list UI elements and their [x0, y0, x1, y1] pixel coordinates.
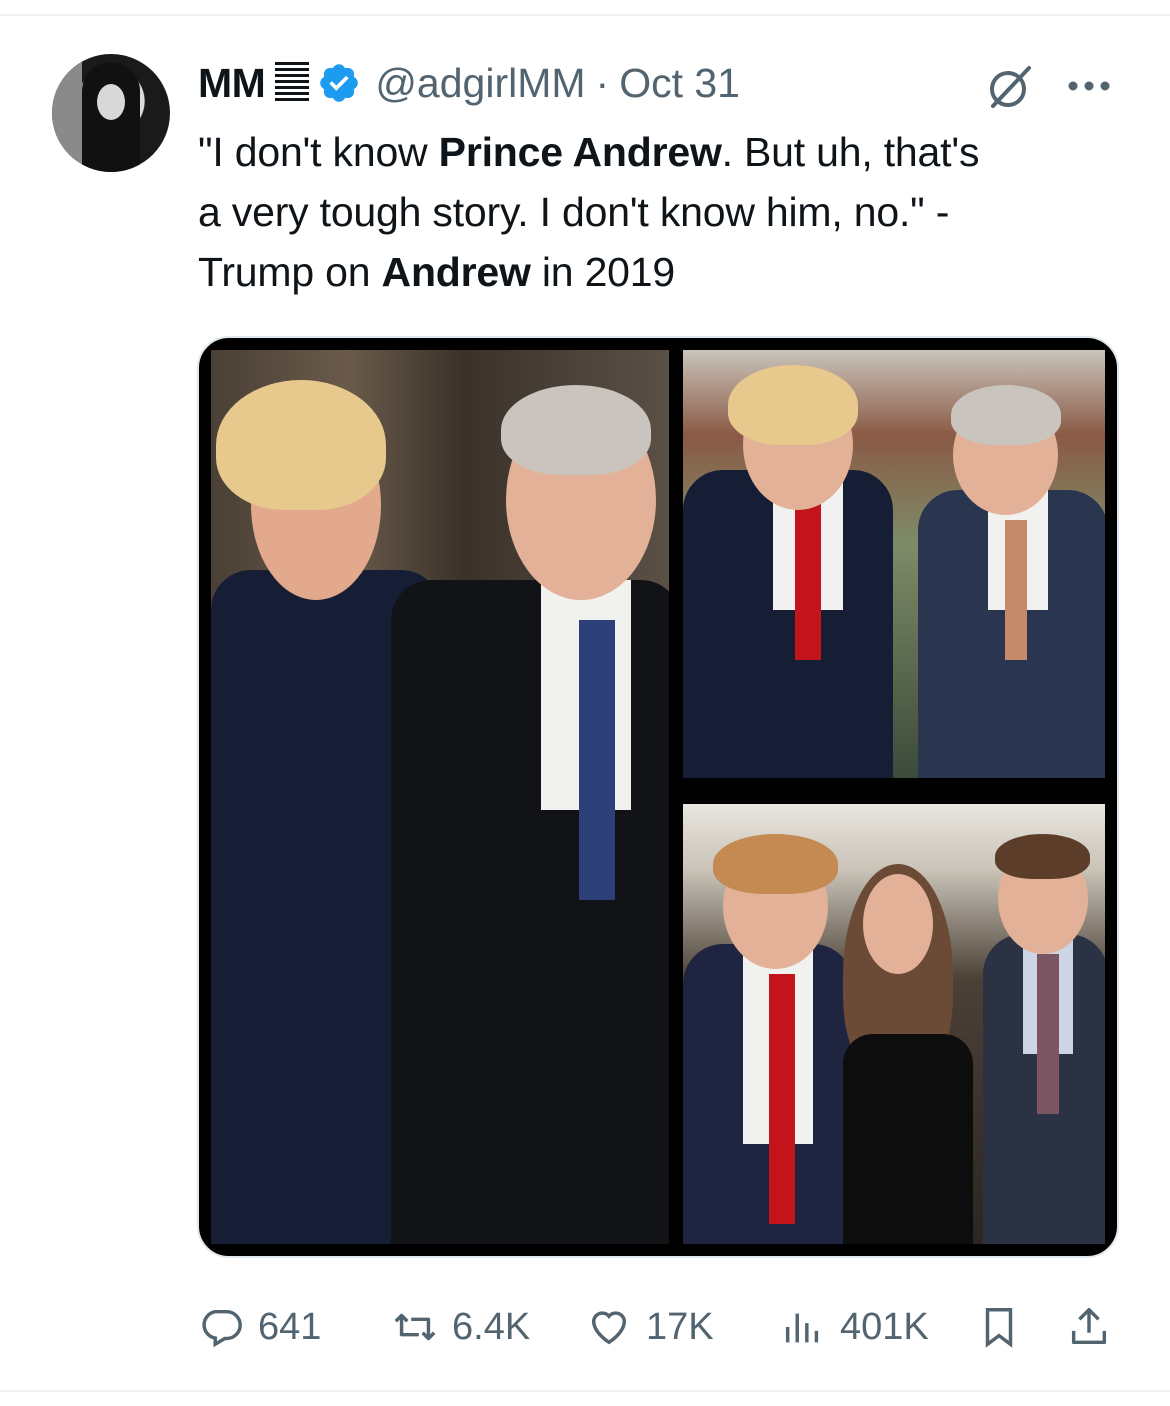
bookmark-button[interactable]	[976, 1300, 1022, 1354]
views-icon	[785, 1313, 819, 1343]
photo-top-right[interactable]	[683, 350, 1105, 778]
tweet-date[interactable]: Oct 31	[619, 60, 740, 107]
repost-icon	[394, 1313, 436, 1341]
tweet-actions: 641 6.4K 17K 401K	[0, 1300, 1170, 1354]
grok-icon[interactable]	[985, 62, 1035, 112]
author-name[interactable]: MM	[198, 60, 266, 107]
verified-badge-icon[interactable]	[317, 61, 361, 105]
tweet-text: "I don't know Prince Andrew. But uh, tha…	[198, 129, 980, 295]
repost-count: 6.4K	[452, 1305, 531, 1348]
reply-count: 641	[258, 1305, 322, 1348]
views-count: 401K	[840, 1305, 929, 1348]
author-handle[interactable]: @adgirlMM	[375, 60, 585, 107]
repost-button[interactable]: 6.4K	[392, 1300, 530, 1354]
reply-icon	[202, 1309, 242, 1348]
tweet-header: MM @adgirlMM · Oct 31	[198, 58, 740, 108]
photo-left[interactable]	[211, 350, 669, 1244]
views-button[interactable]: 401K	[780, 1300, 929, 1354]
highlight-andrew: Andrew	[381, 249, 531, 295]
tweet-media-collage[interactable]	[197, 336, 1119, 1258]
flag-icon	[275, 62, 310, 104]
more-icon[interactable]	[1064, 72, 1114, 100]
heart-icon	[591, 1311, 627, 1345]
photo-bottom-right[interactable]	[683, 804, 1105, 1244]
like-count: 17K	[646, 1305, 714, 1348]
separator-dot: ·	[595, 59, 610, 106]
bottom-divider	[0, 1390, 1170, 1392]
avatar[interactable]	[52, 54, 170, 172]
highlight-prince-andrew: Prince Andrew	[438, 129, 722, 175]
share-icon	[1071, 1308, 1107, 1345]
top-divider	[0, 14, 1170, 16]
reply-button[interactable]: 641	[198, 1300, 321, 1354]
share-button[interactable]	[1066, 1300, 1112, 1354]
like-button[interactable]: 17K	[586, 1300, 714, 1354]
bookmark-icon	[985, 1308, 1013, 1348]
